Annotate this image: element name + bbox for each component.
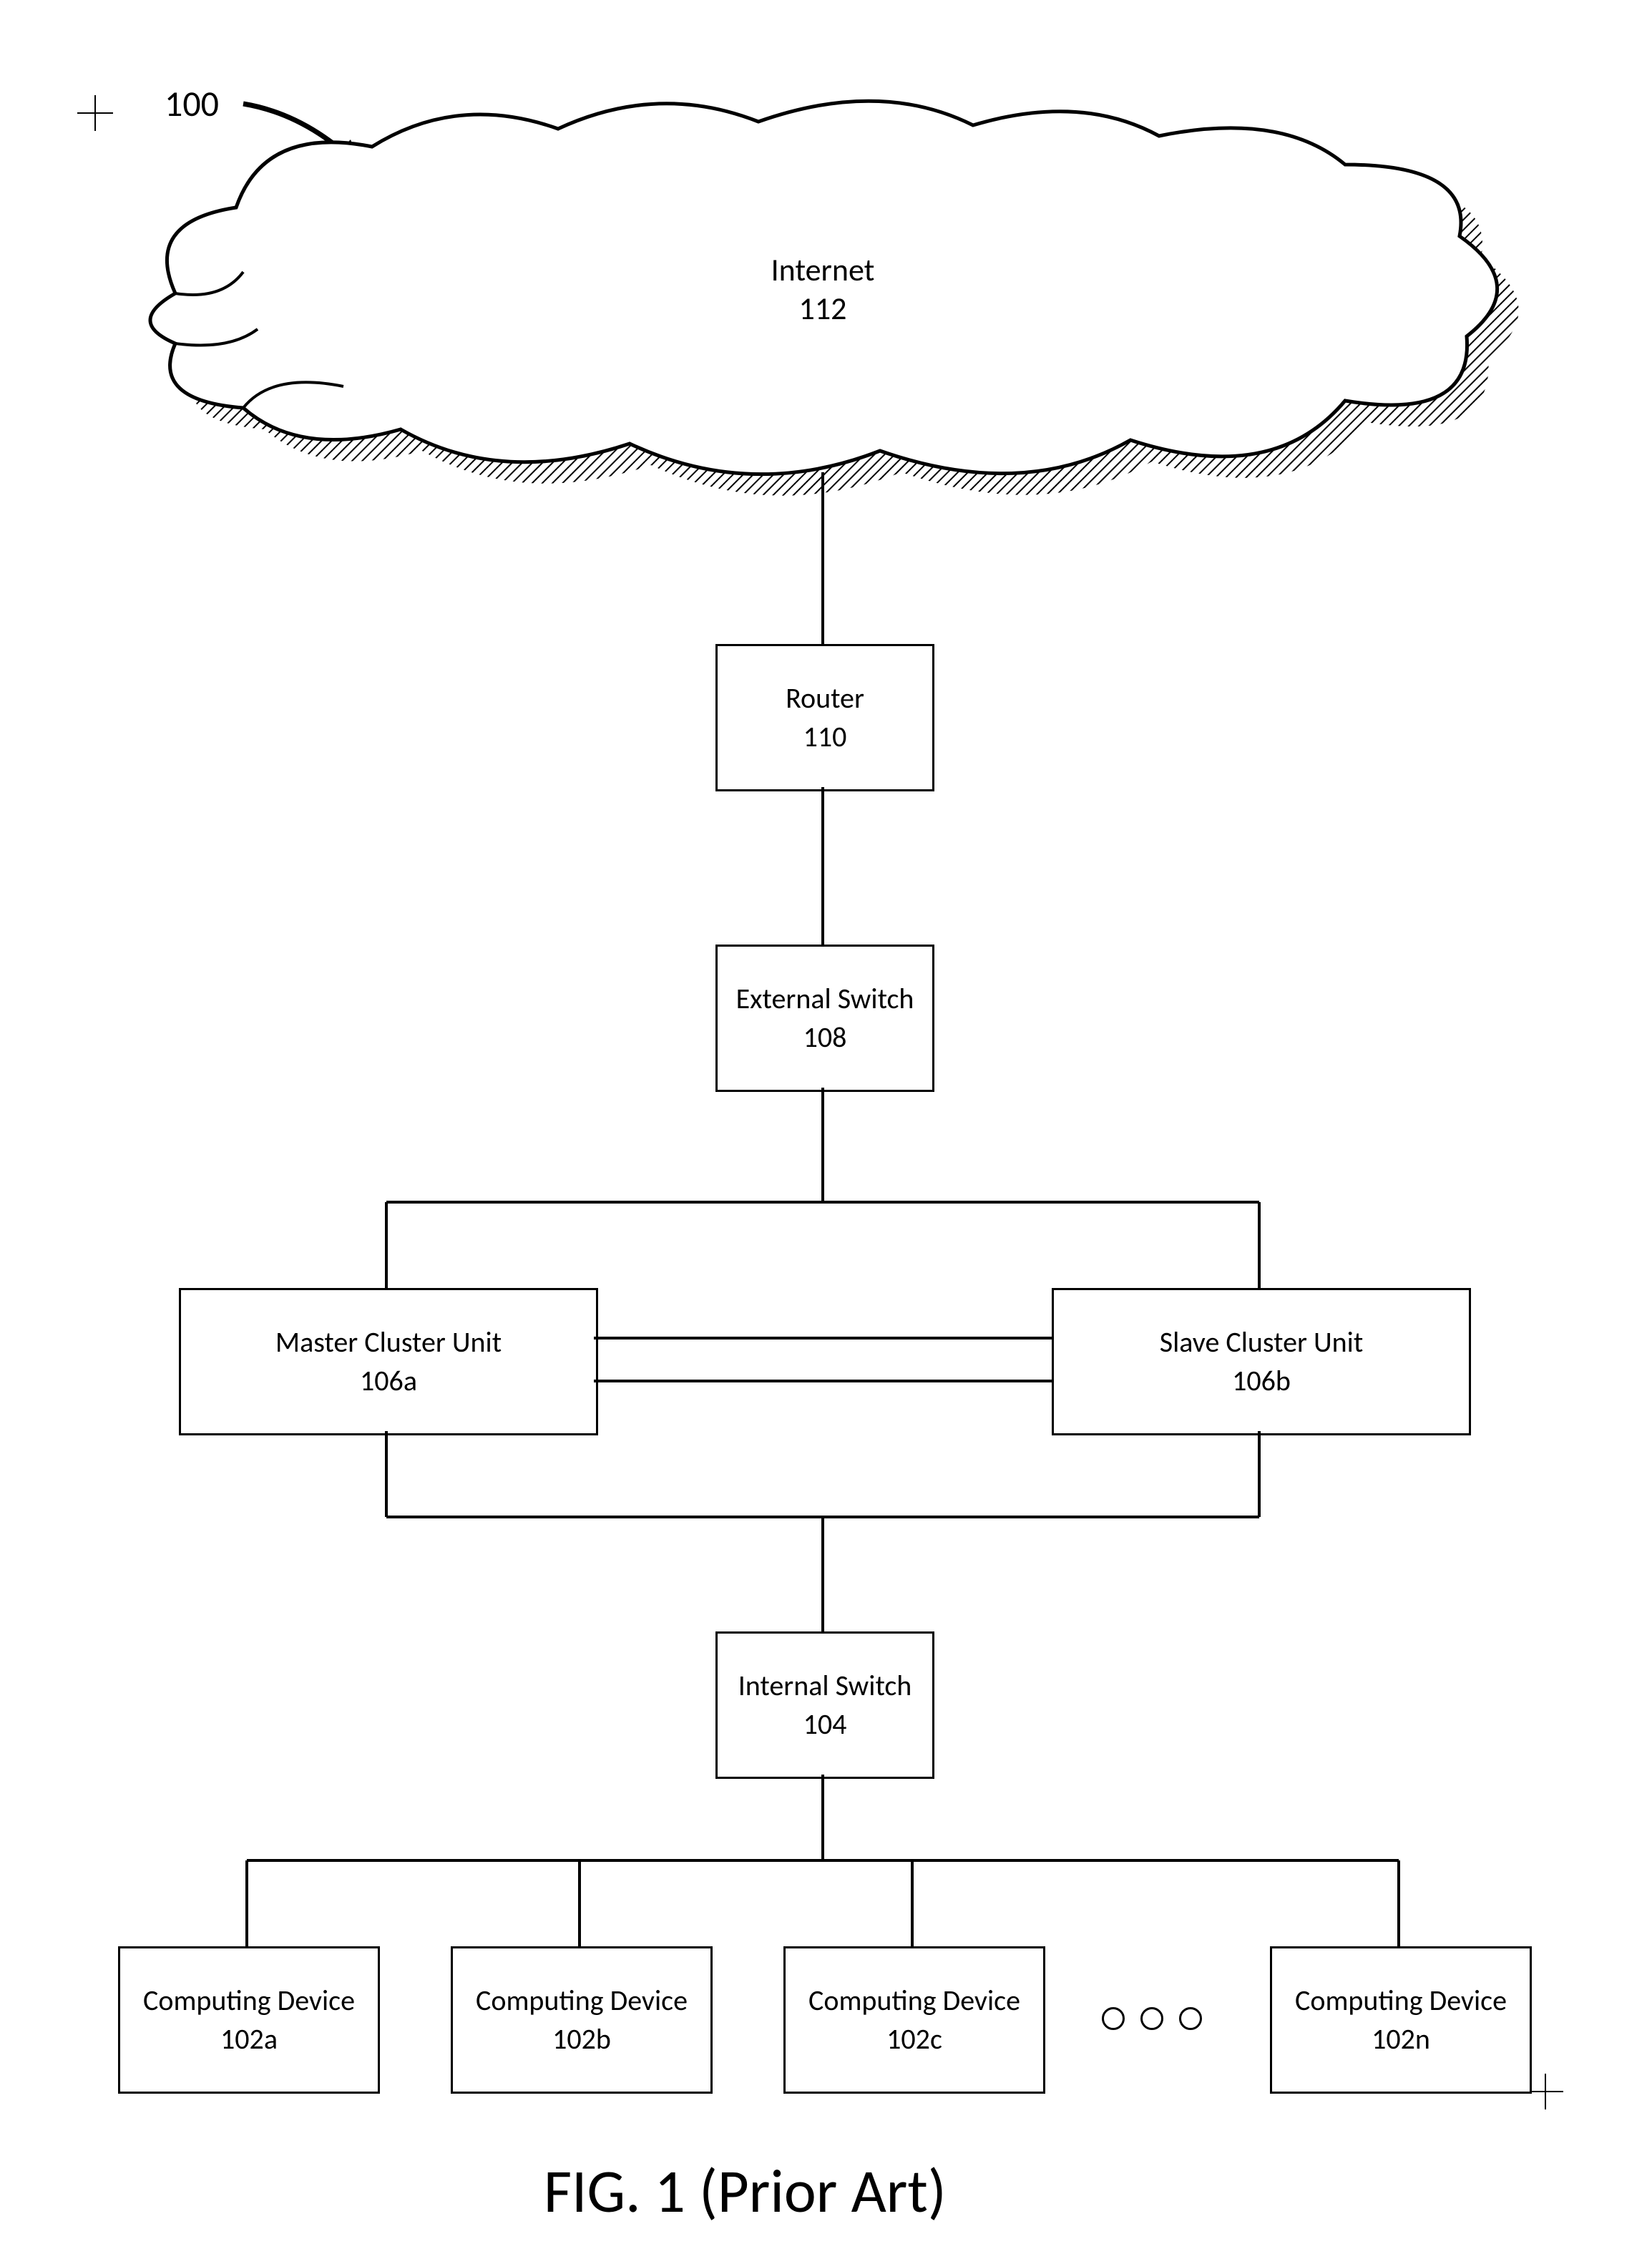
computing-device-n-ref: 102n — [1372, 2020, 1430, 2059]
ellipsis-icon — [1102, 2007, 1202, 2030]
computing-device-a-box: Computing Device 102a — [118, 1946, 380, 2094]
computing-device-c-ref: 102c — [886, 2020, 942, 2059]
figure-caption: FIG. 1 (Prior Art) — [544, 2154, 947, 2228]
diagram-canvas: 100 Internet 112 Router 110 Ex — [0, 0, 1652, 2264]
computing-device-c-label: Computing Device — [808, 1981, 1020, 2020]
connector-intswitch-devices — [0, 0, 1652, 2264]
computing-device-n-label: Computing Device — [1295, 1981, 1507, 2020]
computing-device-a-ref: 102a — [220, 2020, 278, 2059]
computing-device-b-label: Computing Device — [476, 1981, 688, 2020]
computing-device-b-box: Computing Device 102b — [451, 1946, 713, 2094]
computing-device-c-box: Computing Device 102c — [783, 1946, 1045, 2094]
computing-device-n-box: Computing Device 102n — [1270, 1946, 1532, 2094]
computing-device-b-ref: 102b — [552, 2020, 611, 2059]
computing-device-a-label: Computing Device — [143, 1981, 355, 2020]
